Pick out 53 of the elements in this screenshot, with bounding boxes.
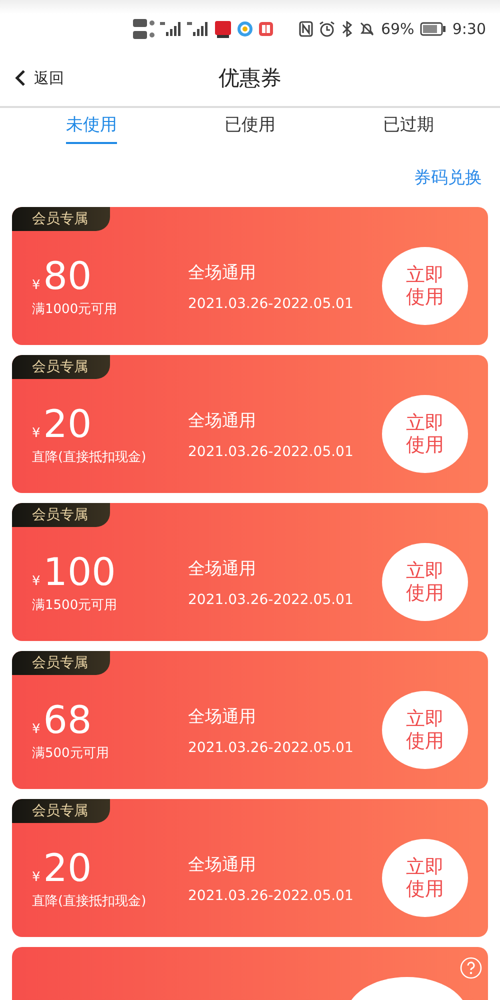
app-icon	[214, 20, 232, 38]
member-tag: 会员专属	[12, 651, 110, 675]
nfc-icon	[298, 21, 313, 37]
coupon-scope: 全场通用	[188, 262, 257, 284]
bluetooth-icon	[340, 21, 353, 37]
book-icon	[258, 21, 274, 37]
use-now-button[interactable]: 立即使用	[382, 691, 468, 769]
use-now-button[interactable]: 立即使用	[382, 395, 468, 473]
coupon-amount: 20	[43, 846, 92, 890]
member-tag: 会员专属	[12, 503, 110, 527]
member-tag: 会员专属	[12, 355, 110, 379]
validity-period: 2021.03.26-2022.05.01	[188, 592, 354, 608]
validity-period: 2021.03.26-2022.05.01	[188, 888, 354, 904]
currency-symbol: ¥	[32, 278, 40, 293]
use-now-button[interactable]: 立即使用	[382, 543, 468, 621]
currency-symbol: ¥	[32, 722, 40, 737]
coupon-scope: 全场通用	[188, 558, 257, 580]
tab[interactable]: 已过期	[383, 108, 434, 144]
coupon-amount: 20	[43, 402, 92, 446]
coupon-condition: 直降(直接抵扣现金)	[32, 449, 148, 466]
alarm-icon	[318, 21, 335, 37]
coupon-amount: 68	[43, 698, 92, 742]
app-icon	[237, 21, 253, 37]
coupon-condition: 满1000元可用	[32, 301, 118, 318]
battery-icon	[420, 22, 446, 36]
member-tag: 会员专属	[12, 799, 110, 823]
coupon-amount: 80	[43, 254, 92, 298]
use-now-button[interactable]: 立即使用	[382, 247, 468, 325]
bell-muted-icon	[358, 21, 375, 37]
validity-period: 2021.03.26-2022.05.01	[188, 740, 354, 756]
coupon-condition: 直降(直接抵扣现金)	[32, 893, 148, 910]
currency-symbol: ¥	[32, 574, 40, 589]
coupon-scope: 全场通用	[188, 410, 257, 432]
clock-time: 9:30	[452, 20, 486, 38]
coupon-scope: 全场通用	[188, 854, 257, 876]
signal-icon	[187, 21, 209, 37]
use-now-button[interactable]: 立即使用	[382, 839, 468, 917]
validity-period: 2021.03.26-2022.05.01	[188, 296, 354, 312]
tab[interactable]: 已使用	[224, 108, 276, 144]
validity-period: 2021.03.26-2022.05.01	[188, 444, 354, 460]
tab[interactable]: 未使用	[66, 108, 117, 144]
battery-percentage: 69%	[380, 20, 414, 38]
coupon-amount: 100	[43, 550, 116, 594]
currency-symbol: ¥	[32, 426, 40, 441]
coupon-condition: 满500元可用	[32, 745, 110, 762]
signal-icon	[160, 21, 182, 37]
currency-symbol: ¥	[32, 870, 40, 885]
back-button[interactable]: 返回	[0, 68, 64, 88]
redeem-code-link[interactable]: 券码兑换	[414, 166, 482, 189]
coupon-scope: 全场通用	[188, 706, 257, 728]
coupon-condition: 满1500元可用	[32, 597, 118, 614]
member-tag: 会员专属	[12, 207, 110, 231]
page-title: 优惠券	[218, 65, 282, 92]
